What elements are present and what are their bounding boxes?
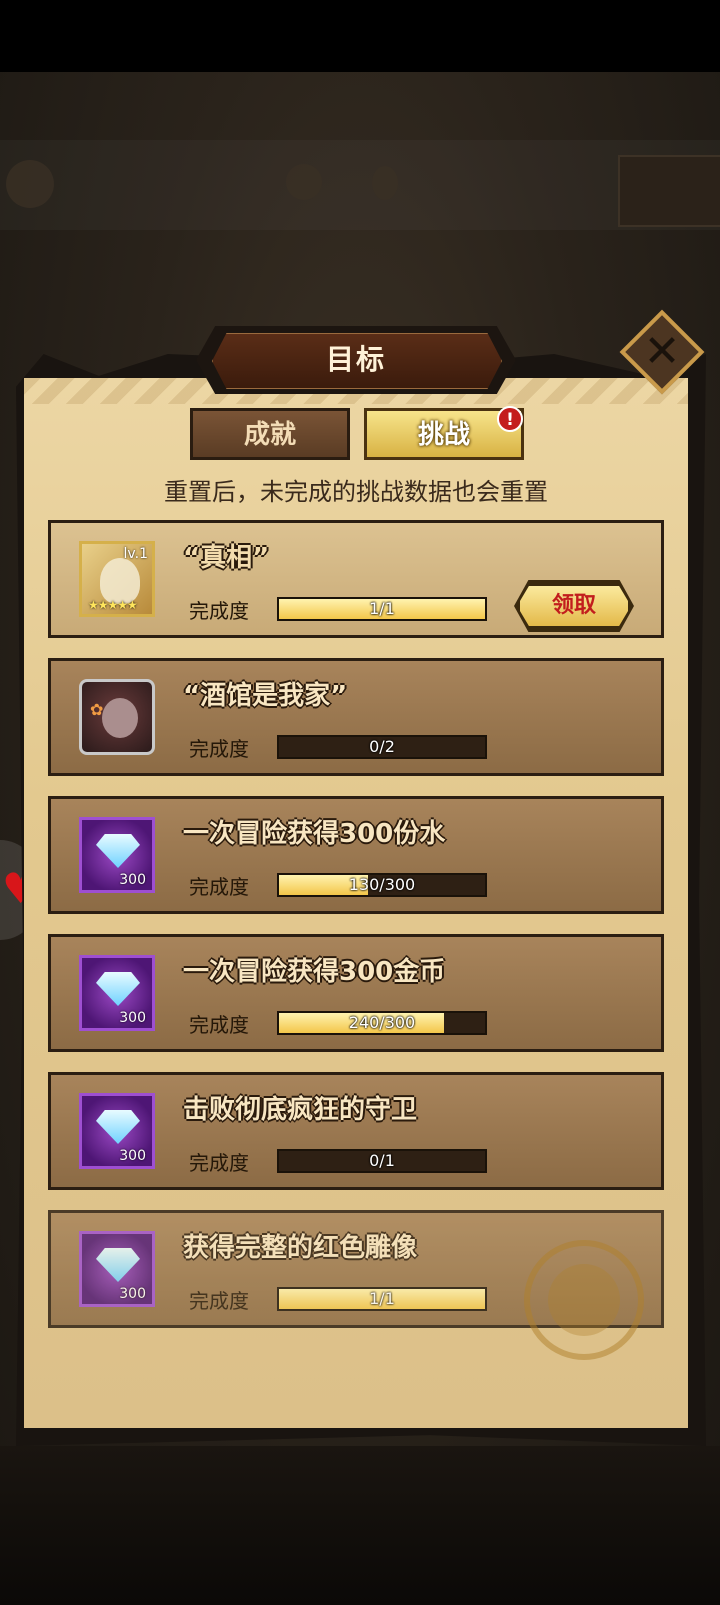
flower-icon: ✿	[90, 700, 104, 719]
claim-button[interactable]: 领取	[517, 583, 631, 629]
diamond-icon	[96, 972, 140, 1006]
hero-reward-icon[interactable]: lv.1 ★★★★★	[79, 541, 155, 617]
status-bar	[0, 0, 720, 72]
progress-bar: 0/2	[277, 735, 487, 759]
reward-count: 300	[119, 872, 146, 888]
tab-achievements[interactable]: 成就	[190, 408, 350, 460]
progress-text: 0/1	[369, 1151, 395, 1170]
completed-stamp-emblem	[548, 1264, 620, 1336]
background-icon	[286, 164, 322, 200]
challenge-title: 一次冒险获得300份水	[183, 819, 446, 849]
progress-label: 完成度	[189, 1151, 249, 1175]
background-icon	[6, 160, 54, 208]
hero-stars: ★★★★★	[88, 598, 138, 612]
reset-notice: 重置后，未完成的挑战数据也会重置	[164, 478, 548, 506]
progress-bar: 1/1	[277, 597, 487, 621]
progress-text: 240/300	[348, 1013, 416, 1032]
diamond-reward-icon[interactable]: 300	[79, 955, 155, 1031]
progress-bar: 1/1	[277, 1287, 487, 1311]
progress-label: 完成度	[189, 875, 249, 899]
progress-label: 完成度	[189, 599, 249, 623]
diamond-icon	[96, 834, 140, 868]
progress-label: 完成度	[189, 1289, 249, 1313]
diamond-reward-icon[interactable]: 300	[79, 1093, 155, 1169]
diamond-icon	[96, 1110, 140, 1144]
dialog-title: 目标	[325, 343, 386, 376]
close-icon[interactable]: ✕	[632, 322, 692, 382]
challenge-card: ✿ “酒馆是我家” 完成度 0/2	[48, 658, 664, 776]
progress-text: 0/2	[369, 737, 395, 756]
background-toolbar	[0, 140, 720, 230]
progress-label: 完成度	[189, 737, 249, 761]
challenge-title: “酒馆是我家”	[183, 681, 348, 711]
bottom-shadow	[0, 1446, 720, 1605]
challenge-title: 一次冒险获得300金币	[183, 957, 446, 987]
progress-text: 1/1	[369, 599, 395, 618]
diamond-reward-icon[interactable]: 300	[79, 1231, 155, 1307]
diamond-reward-icon[interactable]: 300	[79, 817, 155, 893]
background-icon	[372, 166, 398, 200]
progress-bar: 0/1	[277, 1149, 487, 1173]
progress-bar: 130/300	[277, 873, 487, 897]
progress-label: 完成度	[189, 1013, 249, 1037]
challenge-card: 300 一次冒险获得300份水 完成度 130/300	[48, 796, 664, 914]
reward-count: 300	[119, 1148, 146, 1164]
progress-text: 130/300	[348, 875, 416, 894]
hero-portrait	[102, 698, 138, 738]
challenge-card: 300 击败彻底疯狂的守卫 完成度 0/1	[48, 1072, 664, 1190]
progress-bar: 240/300	[277, 1011, 487, 1035]
hero-level: lv.1	[123, 546, 148, 562]
challenge-card: 300 一次冒险获得300金币 完成度 240/300	[48, 934, 664, 1052]
reward-count: 300	[119, 1286, 146, 1302]
progress-text: 1/1	[369, 1289, 395, 1308]
challenge-title: 获得完整的红色雕像	[183, 1233, 418, 1263]
diamond-icon	[96, 1248, 140, 1282]
hero-reward-icon[interactable]: ✿	[79, 679, 155, 755]
background-button	[618, 155, 720, 227]
challenge-card: lv.1 ★★★★★ “真相” 完成度 1/1 领取	[48, 520, 664, 638]
notification-badge: !	[497, 406, 523, 432]
reward-count: 300	[119, 1010, 146, 1026]
challenge-title: 击败彻底疯狂的守卫	[183, 1095, 418, 1125]
challenge-title: “真相”	[183, 543, 270, 573]
